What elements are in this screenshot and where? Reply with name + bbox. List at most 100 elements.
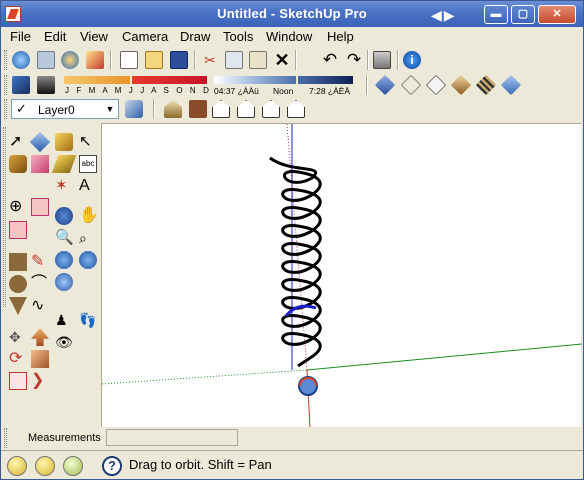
print-icon[interactable] [373,51,391,69]
menu-tools[interactable]: Tools [223,29,253,44]
pan-icon[interactable]: ✋ [79,207,99,225]
display-shadows-icon[interactable] [37,76,55,94]
time-slider-evening[interactable] [298,76,353,84]
shadow-settings-icon[interactable] [12,76,30,94]
get-models-icon[interactable] [12,51,30,69]
textured-style-icon[interactable] [475,74,497,96]
cut-icon[interactable]: ✂ [201,51,219,69]
position-camera-icon[interactable] [55,273,73,291]
previous-view-icon[interactable] [55,251,73,269]
green-axis-dashed [101,369,308,385]
toolbar-grip[interactable] [4,50,7,70]
menu-help[interactable]: Help [327,29,354,44]
toolbar-grip[interactable] [4,75,7,95]
status-message: Drag to orbit. Shift = Pan [129,457,272,472]
model-info-icon[interactable]: i [403,51,421,69]
freehand-tool-icon[interactable]: ∿ [31,297,49,315]
circle-tool-icon[interactable] [9,275,27,293]
orbit-icon[interactable] [55,207,73,225]
top-view-icon[interactable] [189,100,207,118]
month-slider-summer[interactable] [132,76,207,84]
share-model-icon[interactable] [37,51,55,69]
extension-warehouse-icon[interactable] [86,51,104,69]
save-icon[interactable] [170,51,188,69]
model-canvas[interactable] [101,123,583,429]
sketchup-window: Untitled - SketchUp Pro ◀▶ ▬ ▢ ✕ File Ed… [0,0,584,480]
shaded-style-icon[interactable] [450,74,472,96]
walk-icon[interactable]: ♟ [55,311,73,329]
dimension-icon[interactable]: ↖ [79,133,97,151]
nav-arrows-icon[interactable]: ◀▶ [431,7,457,24]
scale-tool-icon[interactable] [9,372,27,390]
eraser-icon[interactable] [31,155,49,173]
menu-edit[interactable]: Edit [44,29,66,44]
paste-icon[interactable] [249,51,267,69]
tape-measure-icon[interactable] [55,133,73,151]
menu-draw[interactable]: Draw [180,29,210,44]
palette-grip[interactable] [3,127,6,307]
toolbar-grip[interactable] [4,428,7,448]
xray-style-icon[interactable] [374,74,396,96]
undo-icon[interactable]: ↶ [321,51,339,69]
push-pull-icon[interactable] [31,328,49,346]
polygon-tool-icon[interactable] [9,297,27,315]
section-fill-icon[interactable] [31,198,49,216]
share-component-icon[interactable] [61,51,79,69]
text-tool-icon[interactable]: abc [79,155,97,173]
close-button[interactable]: ✕ [538,5,576,24]
move-tool-icon[interactable]: ✥ [9,328,27,346]
open-folder-icon[interactable] [145,51,163,69]
menu-file[interactable]: File [10,29,31,44]
measurements-bar: Measurements [1,427,583,449]
account-icon[interactable] [63,456,83,476]
axes-tool-icon[interactable]: ✶ [55,177,73,195]
new-file-icon[interactable] [120,51,138,69]
monochrome-style-icon[interactable] [500,74,522,96]
chevron-down-icon[interactable]: ▼ [103,101,117,117]
erase-icon[interactable]: ✕ [273,51,291,69]
menu-window[interactable]: Window [266,29,312,44]
layer-manager-icon[interactable] [125,100,143,118]
toolbar-grip[interactable] [4,99,7,119]
zoom-window-icon[interactable]: ⌕ [79,229,97,247]
wireframe-style-icon[interactable] [400,74,422,96]
select-tool-icon[interactable]: ➚ [9,133,27,151]
credits-icon[interactable] [35,456,55,476]
zoom-icon[interactable]: 🔍 [55,229,74,247]
line-tool-icon[interactable]: ✎ [31,253,49,271]
geolocation-icon[interactable] [7,456,27,476]
arc-tool-icon[interactable]: ⌒ [31,275,49,293]
section-cut-icon[interactable] [9,221,27,239]
look-around-icon[interactable]: 👁 [55,333,73,351]
maximize-button[interactable]: ▢ [511,5,535,24]
sunset-time: 7:28 ¿ÀÈÄ [309,86,351,96]
minimize-button[interactable]: ▬ [484,5,508,24]
3d-text-icon[interactable]: A [79,177,97,195]
help-icon[interactable]: ? [102,456,122,476]
copy-icon[interactable] [225,51,243,69]
zoom-extents-icon[interactable] [79,251,97,269]
toolbar-separator [194,50,196,70]
measurements-input[interactable] [106,429,238,446]
menu-bar: File Edit View Camera Draw Tools Window … [1,28,583,46]
follow-me-icon[interactable] [31,350,49,368]
rotate-tool-icon[interactable]: ⟳ [9,350,27,368]
title-bar[interactable]: Untitled - SketchUp Pro ◀▶ ▬ ▢ ✕ [1,1,583,27]
offset-tool-icon[interactable]: ❯ [31,372,49,390]
rectangle-tool-icon[interactable] [9,253,27,271]
section-plane-icon[interactable]: ⊕ [9,198,27,216]
menu-view[interactable]: View [80,29,108,44]
protractor-icon[interactable] [51,155,77,173]
paint-bucket-icon[interactable] [9,155,27,173]
footprints-icon[interactable]: 👣 [79,311,97,329]
month-slider[interactable] [64,76,130,84]
time-slider[interactable] [214,76,296,84]
make-component-icon[interactable] [29,131,51,153]
helix-curve[interactable] [269,156,322,368]
menu-camera[interactable]: Camera [122,29,168,44]
current-layer-check-icon: ✓ [16,101,27,116]
layer-selector[interactable]: ✓ Layer0 ▼ [11,99,119,119]
redo-icon[interactable]: ↷ [345,51,363,69]
model-viewport[interactable] [101,123,583,429]
hidden-line-style-icon[interactable] [425,74,447,96]
